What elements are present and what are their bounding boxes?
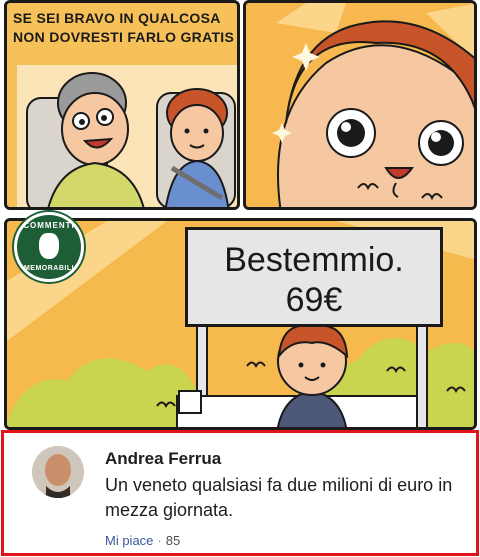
comment-text: Un veneto qualsiasi fa due milioni di eu… bbox=[105, 475, 453, 520]
separator-dot: · bbox=[157, 533, 162, 548]
comic-caption: SE SEI BRAVO IN QUALCOSA NON DOVRESTI FA… bbox=[13, 9, 234, 47]
comment-actions: Mi piace · 85 bbox=[105, 533, 180, 548]
like-link[interactable]: Mi piace bbox=[105, 533, 153, 548]
comic-panel-closeup bbox=[243, 0, 477, 210]
comic-panel-car: SE SEI BRAVO IN QUALCOSA NON DOVRESTI FA… bbox=[4, 0, 240, 210]
sign-text-line-1: Bestemmio. bbox=[224, 241, 404, 279]
comment-author-link[interactable]: Andrea Ferrua bbox=[105, 449, 221, 469]
commenti-memorabili-badge-logo: COMMENTI MEMORABILI bbox=[14, 212, 84, 282]
reaction-count[interactable]: 85 bbox=[166, 533, 180, 548]
caption-line-2: NON DOVRESTI FARLO GRATIS bbox=[13, 29, 235, 45]
badge-top-text: COMMENTI bbox=[23, 221, 75, 230]
price-sign: Bestemmio. 69€ bbox=[185, 227, 443, 327]
comic-strip: SE SEI BRAVO IN QUALCOSA NON DOVRESTI FA… bbox=[0, 0, 480, 430]
facebook-comment: Andrea Ferrua Un veneto qualsiasi fa due… bbox=[1, 430, 479, 556]
badge-face-icon bbox=[39, 233, 59, 259]
avatar[interactable] bbox=[32, 446, 84, 498]
caption-line-1: SE SEI BRAVO IN QUALCOSA bbox=[13, 10, 221, 26]
profile-photo bbox=[32, 446, 84, 498]
badge-bottom-text: MEMORABILI bbox=[23, 265, 75, 272]
closeup-face-illustration bbox=[246, 3, 474, 207]
sign-price: 69€ bbox=[285, 281, 343, 319]
